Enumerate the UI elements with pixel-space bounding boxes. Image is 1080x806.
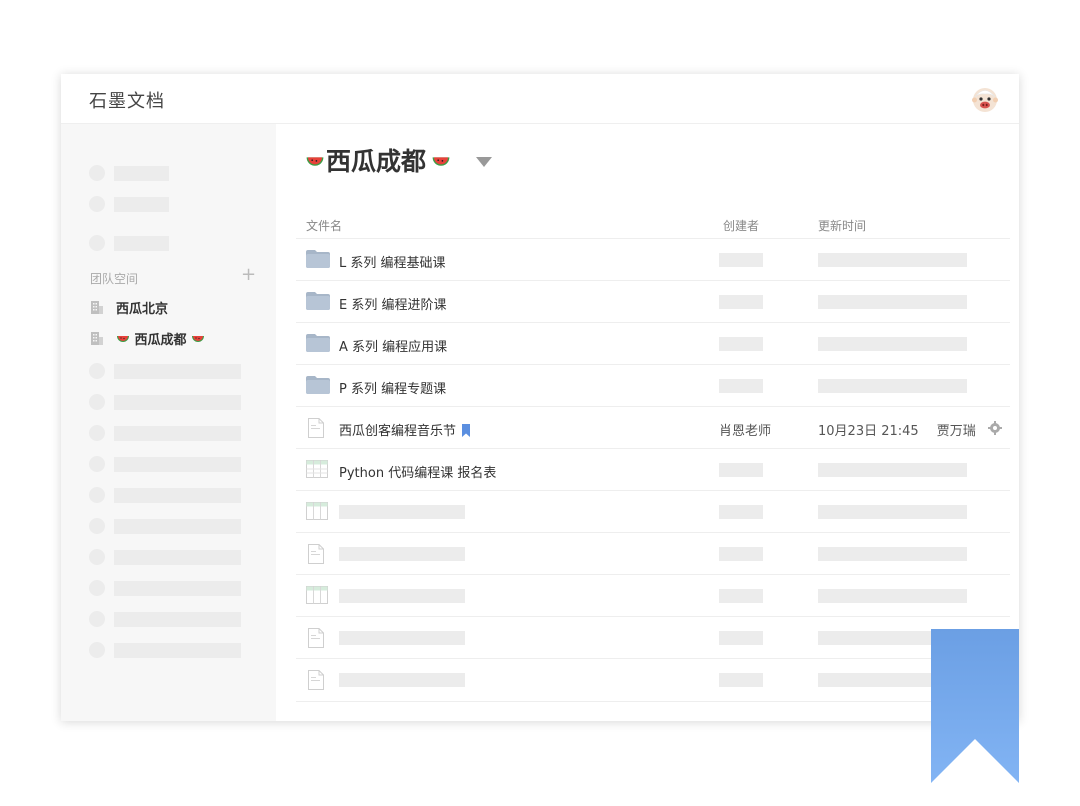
add-team-button[interactable]: + [241, 266, 256, 284]
folder-icon [306, 376, 330, 394]
file-name: Python 代码编程课 报名表 [339, 466, 497, 481]
column-header-updated[interactable]: 更新时间 [818, 217, 866, 234]
column-header-name[interactable]: 文件名 [306, 217, 342, 234]
file-name: A 系列 编程应用课 [339, 340, 448, 355]
watermelon-icon [306, 157, 324, 166]
top-bar: 石墨文档 [61, 74, 1019, 124]
sheet-icon [306, 460, 328, 478]
bookmark-icon [462, 424, 471, 437]
app-title[interactable]: 石墨文档 [89, 87, 165, 113]
sheet-icon [306, 502, 328, 520]
file-creator: 肖恩老师 [719, 424, 772, 439]
file-name: L 系列 编程基础课 [339, 256, 446, 271]
table-row-placeholder [296, 616, 1010, 659]
caret-down-icon[interactable] [476, 157, 492, 167]
app-window: 石墨文档 团队空间 + 西瓜北京 西瓜成都 西瓜成都 文件名 创建者 更新时间 … [61, 74, 1019, 721]
sidebar: 团队空间 + 西瓜北京 西瓜成都 [61, 124, 276, 721]
folder-icon [306, 292, 330, 310]
building-icon [91, 332, 103, 345]
table-row[interactable]: Python 代码编程课 报名表 [296, 448, 1010, 491]
table-row[interactable]: L 系列 编程基础课 [296, 238, 1010, 281]
space-title-text: 西瓜成都 [326, 147, 427, 176]
team-space-label: 团队空间 [90, 272, 139, 286]
column-header-creator[interactable]: 创建者 [723, 217, 759, 234]
watermelon-icon [432, 157, 450, 166]
bookmark-ribbon-icon [931, 629, 1019, 783]
sidebar-item-label: 西瓜成都 [134, 333, 187, 348]
folder-icon [306, 250, 330, 268]
table-row[interactable]: A 系列 编程应用课 [296, 322, 1010, 365]
updated-by: 贾万瑞 [936, 424, 976, 439]
gear-icon[interactable] [988, 421, 1002, 435]
main-content: 西瓜成都 文件名 创建者 更新时间 L 系列 编程基础课 E 系列 编程进阶课 … [276, 124, 1019, 721]
doc-icon [308, 544, 324, 564]
file-updated: 10月23日 21:45 贾万瑞 [818, 420, 976, 439]
building-icon [91, 301, 103, 314]
folder-icon [306, 334, 330, 352]
table-row[interactable]: P 系列 编程专题课 [296, 364, 1010, 407]
table-row-placeholder [296, 658, 1010, 702]
avatar-icon[interactable] [971, 85, 999, 113]
doc-icon [308, 628, 324, 648]
table-row[interactable]: E 系列 编程进阶课 [296, 280, 1010, 323]
sheet-icon [306, 586, 328, 604]
file-name-text: 西瓜创客编程音乐节 [339, 424, 457, 439]
file-name: 西瓜创客编程音乐节 [339, 420, 471, 439]
watermelon-icon [117, 336, 129, 342]
doc-icon [308, 418, 324, 438]
updated-time: 10月23日 21:45 [818, 424, 919, 439]
table-row-placeholder [296, 574, 1010, 617]
table-row[interactable]: 西瓜创客编程音乐节 肖恩老师 10月23日 21:45 贾万瑞 [296, 406, 1010, 449]
table-row-placeholder [296, 532, 1010, 575]
file-name: P 系列 编程专题课 [339, 382, 447, 397]
sidebar-item-label: 西瓜北京 [116, 302, 169, 317]
page-title[interactable]: 西瓜成都 [304, 142, 452, 178]
doc-icon [308, 670, 324, 690]
table-row-placeholder [296, 490, 1010, 533]
watermelon-icon [192, 336, 205, 342]
file-name: E 系列 编程进阶课 [339, 298, 447, 313]
